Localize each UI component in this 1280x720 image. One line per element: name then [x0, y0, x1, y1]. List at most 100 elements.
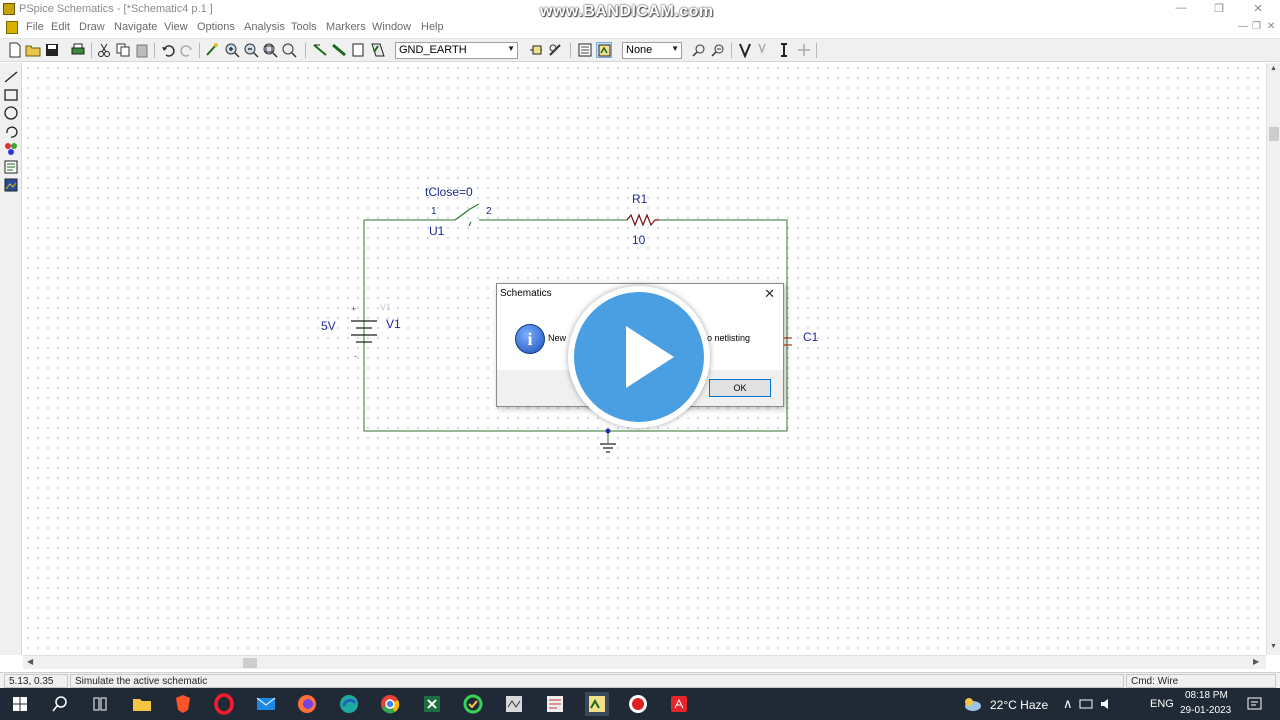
mail-icon[interactable] — [254, 692, 278, 716]
vertical-scroll-thumb[interactable] — [1269, 127, 1279, 141]
menu-file[interactable]: File — [26, 21, 44, 33]
zoom-area-icon[interactable] — [262, 42, 278, 58]
part-name-combo[interactable]: GND_EARTH ▼ — [395, 42, 518, 59]
probe-current-icon[interactable] — [710, 42, 726, 58]
minimize-button[interactable]: — — [1170, 2, 1192, 16]
redraw-icon[interactable] — [204, 42, 220, 58]
pspice-taskbar-icon[interactable] — [502, 692, 526, 716]
excel-icon[interactable] — [420, 692, 444, 716]
insert-picture-icon[interactable] — [3, 177, 19, 193]
network-icon[interactable] — [1078, 692, 1094, 716]
bandicam-record-icon[interactable] — [626, 692, 650, 716]
save-icon[interactable] — [44, 42, 60, 58]
redo-icon[interactable] — [179, 42, 195, 58]
menu-window[interactable]: Window — [372, 21, 411, 33]
switch-ref-label[interactable]: U1 — [429, 224, 444, 238]
differential-marker-icon[interactable] — [756, 42, 772, 58]
sync-app-icon[interactable] — [461, 692, 485, 716]
voltage-marker-icon[interactable] — [737, 42, 753, 59]
tray-chevron-icon[interactable]: ∧ — [1063, 696, 1073, 712]
mdi-close-button[interactable]: ✕ — [1267, 21, 1275, 32]
color-palette-icon[interactable] — [3, 141, 19, 157]
draw-arc-icon[interactable] — [3, 69, 19, 85]
clock-time[interactable]: 08:18 PM — [1185, 690, 1228, 701]
insert-text-icon[interactable] — [3, 159, 19, 175]
zoom-fit-icon[interactable] — [281, 42, 297, 58]
menu-markers[interactable]: Markers — [326, 21, 366, 33]
edge-icon[interactable] — [337, 692, 361, 716]
junction-dot — [605, 428, 611, 434]
mdi-restore-button[interactable]: ❐ — [1252, 21, 1261, 32]
simulate-icon[interactable] — [596, 42, 612, 58]
clock-date[interactable]: 29-01-2023 — [1180, 705, 1231, 716]
mdi-minimize-button[interactable]: — — [1238, 21, 1248, 32]
notification-icon[interactable] — [1245, 692, 1265, 716]
vertical-scrollbar[interactable]: ▲ ▼ — [1266, 63, 1280, 655]
paste-icon[interactable] — [134, 42, 150, 58]
resistor-ref-label[interactable]: R1 — [632, 192, 647, 206]
zoom-in-icon[interactable] — [224, 42, 240, 58]
print-icon[interactable] — [70, 42, 86, 58]
source-ref-label[interactable]: V1 — [386, 317, 401, 331]
menu-tools[interactable]: Tools — [291, 21, 317, 33]
horizontal-scrollbar[interactable]: ◀ ▶ — [23, 655, 1266, 669]
file-explorer-icon[interactable] — [130, 692, 154, 716]
get-part-icon[interactable] — [370, 42, 386, 58]
marker-combo[interactable]: None ▼ — [622, 42, 682, 59]
menu-draw[interactable]: Draw — [79, 21, 105, 33]
marker-extra-icon[interactable] — [796, 42, 812, 58]
switch-parameter-label[interactable]: tClose=0 — [425, 185, 473, 199]
draw-bus-icon[interactable] — [331, 42, 347, 58]
volume-icon[interactable] — [1099, 692, 1115, 716]
draw-rectangle-icon[interactable] — [3, 87, 19, 103]
scroll-up-icon[interactable]: ▲ — [1270, 65, 1277, 72]
close-window-button[interactable]: ✕ — [1247, 2, 1269, 16]
setup-analysis-icon[interactable] — [577, 42, 593, 58]
menu-navigate[interactable]: Navigate — [114, 21, 157, 33]
copy-icon[interactable] — [115, 42, 131, 58]
draw-circle-icon[interactable] — [3, 105, 19, 121]
capacitor-ref-label[interactable]: C1 — [803, 330, 818, 344]
draw-block-icon[interactable] — [350, 42, 366, 58]
cut-icon[interactable] — [96, 42, 112, 58]
menu-analysis[interactable]: Analysis — [244, 21, 285, 33]
undo-icon[interactable] — [160, 42, 176, 58]
open-folder-icon[interactable] — [25, 42, 41, 58]
source-value-label[interactable]: 5V — [321, 319, 336, 333]
dialog-close-button[interactable]: ✕ — [764, 286, 775, 302]
new-file-icon[interactable] — [7, 42, 23, 58]
resistor-value-label[interactable]: 10 — [632, 233, 645, 247]
menu-options[interactable]: Options — [197, 21, 235, 33]
zoom-out-icon[interactable] — [243, 42, 259, 58]
probe-icon[interactable] — [691, 42, 707, 58]
maximize-button[interactable]: ❐ — [1208, 2, 1230, 16]
document-icon[interactable] — [6, 21, 18, 34]
brave-browser-icon[interactable] — [171, 692, 195, 716]
draw-wire-icon[interactable] — [312, 42, 328, 58]
weather-text[interactable]: 22°C Haze — [990, 698, 1048, 712]
current-marker-icon[interactable] — [776, 42, 792, 58]
chrome-icon[interactable] — [378, 692, 402, 716]
opera-browser-icon[interactable] — [212, 692, 236, 716]
start-icon[interactable] — [8, 692, 32, 716]
document-app-icon[interactable] — [543, 692, 567, 716]
search-icon[interactable] — [48, 692, 72, 716]
task-view-icon[interactable] — [88, 692, 112, 716]
scroll-right-icon[interactable]: ▶ — [1253, 657, 1259, 666]
menu-help[interactable]: Help — [421, 21, 444, 33]
scroll-left-icon[interactable]: ◀ — [27, 657, 33, 666]
dialog-message-end: o netlisting — [707, 333, 751, 343]
schematics-taskbar-icon[interactable] — [585, 692, 609, 716]
firefox-icon[interactable] — [295, 692, 319, 716]
horizontal-scroll-thumb[interactable] — [243, 658, 257, 668]
language-indicator[interactable]: ENG — [1150, 698, 1174, 710]
scroll-down-icon[interactable]: ▼ — [1270, 643, 1277, 650]
menu-edit[interactable]: Edit — [51, 21, 70, 33]
rotate-icon[interactable] — [3, 123, 19, 139]
edit-symbol-icon[interactable] — [547, 42, 563, 58]
ok-button[interactable]: OK — [709, 379, 771, 397]
menu-view[interactable]: View — [164, 21, 188, 33]
acrobat-icon[interactable] — [667, 692, 691, 716]
video-play-button[interactable] — [568, 286, 710, 428]
edit-attributes-icon[interactable] — [528, 42, 544, 58]
